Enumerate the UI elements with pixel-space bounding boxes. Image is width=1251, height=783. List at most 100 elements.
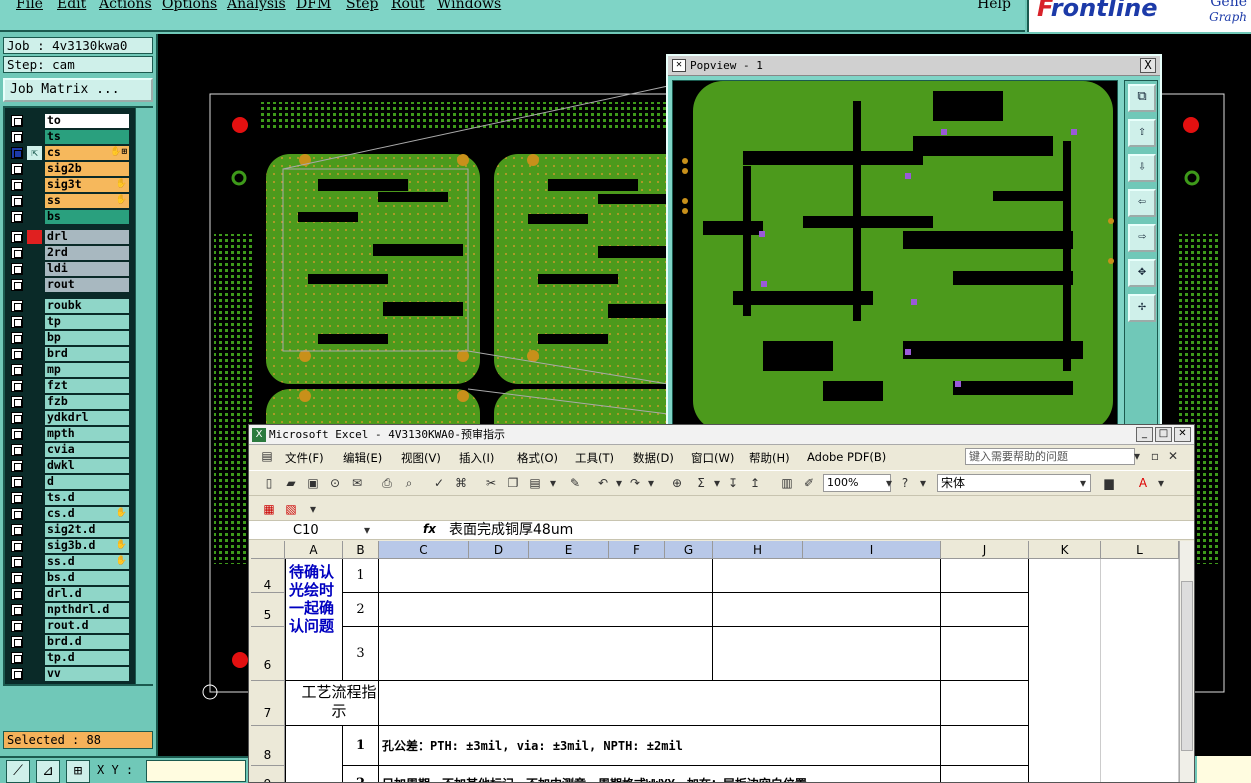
pan-down-icon[interactable]: ⇩: [1128, 154, 1156, 182]
sort-descending-icon[interactable]: ↥: [747, 475, 763, 491]
col-header-g[interactable]: G: [665, 541, 713, 559]
layer-row-cvia[interactable]: cvia: [8, 442, 129, 458]
xy-input[interactable]: [146, 760, 246, 782]
workbook-icon[interactable]: ▤: [259, 448, 275, 464]
permission-icon[interactable]: ⊙: [327, 475, 343, 491]
formula-input[interactable]: 表面完成铜厚48um: [449, 521, 573, 540]
research-icon[interactable]: ⌘: [453, 475, 469, 491]
layer-row-ss-d[interactable]: ss.d ✋: [8, 554, 129, 570]
layer-color-swatch[interactable]: [27, 507, 42, 521]
layer-name[interactable]: sig2b: [45, 162, 129, 176]
layer-name[interactable]: sig3b.d ✋: [45, 539, 129, 553]
cell-c7[interactable]: [379, 681, 941, 726]
layer-checkbox[interactable]: [11, 279, 23, 291]
row-header-5[interactable]: 5: [251, 593, 285, 627]
menu-rout[interactable]: Rout: [391, 0, 425, 12]
layer-name[interactable]: cs.d ✋: [45, 507, 129, 521]
name-box-dropdown-icon[interactable]: ▾: [359, 522, 375, 538]
layer-color-swatch[interactable]: [27, 475, 42, 489]
layer-row-ts-d[interactable]: ts.d: [8, 490, 129, 506]
layer-row-sig2t-d[interactable]: sig2t.d: [8, 522, 129, 538]
layer-name[interactable]: 2rd: [45, 246, 129, 260]
open-icon[interactable]: ▰: [283, 475, 299, 491]
layer-name[interactable]: cs ✋⊞: [45, 146, 129, 160]
help-icon[interactable]: ?: [897, 475, 913, 491]
pan-right-icon[interactable]: ⇨: [1128, 224, 1156, 252]
cell-c9[interactable]: 只加周期，不加其他标记，不加中测章，周期格式WWYY，加在：层板边空白位置: [379, 766, 941, 782]
menu-tools[interactable]: 工具(T): [575, 450, 614, 466]
layer-name[interactable]: brd: [45, 347, 129, 361]
cell-j4[interactable]: [941, 559, 1029, 593]
spreadsheet-grid[interactable]: A B C D E F G H I J K L 4 5 6 7 8 9 待确认光…: [251, 541, 1179, 782]
cell-c8[interactable]: 孔公差：PTH: ±3mil, via: ±3mil, NPTH: ±2mil: [379, 726, 941, 766]
layer-checkbox[interactable]: [11, 476, 23, 488]
layer-row-rout-d[interactable]: rout.d: [8, 618, 129, 634]
layer-checkbox[interactable]: [11, 572, 23, 584]
pdf-email-icon[interactable]: ▧: [283, 501, 299, 517]
layer-name[interactable]: ydkdrl: [45, 411, 129, 425]
layer-color-swatch[interactable]: [27, 491, 42, 505]
layer-name[interactable]: npthdrl.d: [45, 603, 129, 617]
cell-b8[interactable]: 1: [343, 726, 379, 766]
copy-icon[interactable]: ❐: [505, 475, 521, 491]
format-painter-icon[interactable]: ✎: [567, 475, 583, 491]
col-header-c[interactable]: C: [379, 541, 469, 559]
print-icon[interactable]: ⎙: [379, 475, 395, 491]
row-header-7[interactable]: 7: [251, 681, 285, 726]
layer-row-cs-d[interactable]: cs.d ✋: [8, 506, 129, 522]
layer-row-to[interactable]: to: [8, 113, 129, 129]
layer-name[interactable]: bs.d: [45, 571, 129, 585]
layer-name[interactable]: d: [45, 475, 129, 489]
grid-k[interactable]: [1029, 559, 1101, 782]
cell-a7[interactable]: 工艺流程指示: [285, 681, 379, 726]
col-header-h[interactable]: H: [713, 541, 803, 559]
cell-b6[interactable]: 3: [343, 627, 379, 681]
paste-dropdown-icon[interactable]: ▾: [545, 475, 561, 491]
layer-row-fzt[interactable]: fzt: [8, 378, 129, 394]
zoom-out-icon[interactable]: ✢: [1128, 294, 1156, 322]
layer-name[interactable]: mp: [45, 363, 129, 377]
layer-checkbox[interactable]: [11, 492, 23, 504]
layer-name[interactable]: tp.d: [45, 651, 129, 665]
layer-checkbox[interactable]: [11, 620, 23, 632]
maximize-button[interactable]: □: [1155, 427, 1172, 442]
job-matrix-button[interactable]: Job Matrix ...: [3, 78, 153, 102]
row-header-4[interactable]: 4: [251, 559, 285, 593]
layer-color-swatch[interactable]: [27, 587, 42, 601]
layer-name[interactable]: ts: [45, 130, 129, 144]
layer-name[interactable]: drl: [45, 230, 129, 244]
select-all-corner[interactable]: [251, 541, 285, 559]
layer-checkbox[interactable]: [11, 348, 23, 360]
layer-row-dwkl[interactable]: dwkl: [8, 458, 129, 474]
col-header-e[interactable]: E: [529, 541, 609, 559]
menu-edit[interactable]: Edit: [57, 0, 86, 12]
email-icon[interactable]: ✉: [349, 475, 365, 491]
layer-checkbox[interactable]: [11, 444, 23, 456]
layer-name[interactable]: bp: [45, 331, 129, 345]
close-button[interactable]: ✕: [1174, 427, 1191, 442]
layer-name[interactable]: fzb: [45, 395, 129, 409]
layer-row-npthdrl-d[interactable]: npthdrl.d: [8, 602, 129, 618]
layer-row-drl-d[interactable]: drl.d: [8, 586, 129, 602]
layer-name[interactable]: rout: [45, 278, 129, 292]
cell-j7[interactable]: [941, 681, 1029, 726]
layer-row-sig3t[interactable]: sig3t ✋: [8, 177, 129, 193]
layer-checkbox[interactable]: [11, 332, 23, 344]
layer-name[interactable]: tp: [45, 315, 129, 329]
menu-data[interactable]: 数据(D): [633, 450, 674, 466]
layer-color-swatch[interactable]: [27, 347, 42, 361]
redo-dropdown-icon[interactable]: ▾: [643, 475, 659, 491]
layer-color-swatch[interactable]: [27, 555, 42, 569]
layer-row-tp-d[interactable]: tp.d: [8, 650, 129, 666]
menu-format[interactable]: 格式(O): [517, 450, 558, 466]
layer-name[interactable]: drl.d: [45, 587, 129, 601]
grid-l[interactable]: [1101, 559, 1179, 782]
font-color-icon[interactable]: A: [1135, 475, 1151, 491]
menu-window[interactable]: 窗口(W): [691, 450, 734, 466]
menu-adobe-pdf[interactable]: Adobe PDF(B): [807, 450, 886, 464]
layer-checkbox[interactable]: [11, 163, 23, 175]
font-dropdown-icon[interactable]: ▾: [1075, 475, 1091, 491]
layer-name[interactable]: mpth: [45, 427, 129, 441]
layer-checkbox[interactable]: [11, 300, 23, 312]
cell-b4[interactable]: 1: [343, 559, 379, 593]
